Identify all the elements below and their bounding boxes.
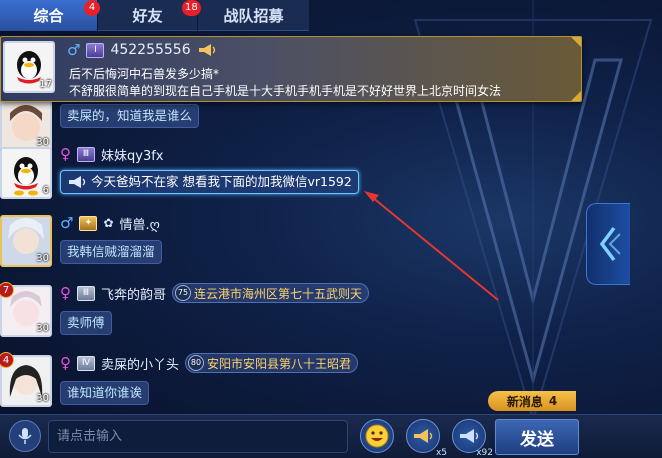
- new-messages-badge[interactable]: 新消息 4: [488, 391, 576, 411]
- tab-friends-label: 好友: [132, 7, 163, 25]
- male-icon: ♂: [67, 41, 81, 59]
- message-bubble[interactable]: 卖师傅: [60, 311, 112, 335]
- smiley-icon: [365, 424, 389, 448]
- pinned-line-2: 不舒服很简单的到现在自己手机是十大手机手机手机是不好好世界上北京时间女法: [69, 84, 502, 98]
- location-text: 安阳市安阳县第八十王昭君: [207, 356, 352, 371]
- avatar-level: 30: [36, 393, 49, 404]
- pinned-line-1: 后不后悔河中石兽发多少搞*: [69, 67, 220, 81]
- message-text: 我韩信贼溜溜溜: [67, 244, 155, 259]
- location-tag: 80 安阳市安阳县第八十王昭君: [185, 353, 359, 373]
- avatar[interactable]: 17: [3, 41, 55, 93]
- female-icon: ♀: [60, 145, 71, 163]
- message-bubble[interactable]: 今天爸妈不在家 想看我下面的加我微信vr1592: [60, 170, 359, 194]
- avatar[interactable]: 6: [0, 147, 52, 199]
- pinned-broadcast[interactable]: 17 ♂ Ⅰ 452255556 后不后悔河中石兽发多少搞* 不舒服很简单的到现…: [0, 36, 582, 102]
- avatar-level: 30: [36, 323, 49, 334]
- collapse-panel-button[interactable]: [586, 203, 630, 285]
- message-bubble[interactable]: 卖屎的，知道我是谁么: [60, 104, 200, 128]
- vip-badge-icon: Ⅲ: [77, 285, 95, 301]
- tab-team-recruit-label: 战队招募: [223, 7, 284, 25]
- new-messages-count: 4: [548, 394, 558, 408]
- female-icon: ♀: [60, 354, 71, 372]
- username[interactable]: 情兽.ღ: [120, 214, 160, 233]
- username[interactable]: 妹妹qy3fx: [101, 145, 164, 164]
- avatar-level: 6: [42, 185, 49, 196]
- horn-icon: [460, 429, 479, 443]
- male-icon: ♂: [60, 214, 74, 232]
- avatar[interactable]: 30: [0, 99, 52, 151]
- message-header: ♂ ✦ ✿ 情兽.ღ: [60, 212, 160, 234]
- double-chevron-left-icon: [599, 226, 621, 262]
- vip-badge-icon: Ⅲ: [77, 146, 95, 162]
- vip-badge-icon: Ⅳ: [77, 355, 95, 371]
- tab-general[interactable]: 综合 4: [0, 0, 100, 31]
- pinned-username[interactable]: 452255556: [110, 42, 190, 58]
- avatar-level: 30: [36, 253, 49, 264]
- location-text: 连云港市海州区第七十五武则天: [194, 286, 363, 301]
- corner-decoration: [571, 91, 581, 101]
- flower-icon: ✿: [103, 216, 114, 230]
- message-bubble[interactable]: 我韩信贼溜溜溜: [60, 240, 162, 264]
- avatar[interactable]: 30: [0, 215, 52, 267]
- pinned-header: ♂ Ⅰ 452255556: [67, 39, 217, 61]
- tab-general-label: 综合: [33, 7, 64, 25]
- message-text: 今天爸妈不在家 想看我下面的加我微信vr1592: [91, 174, 352, 189]
- message-text: 卖屎的，知道我是谁么: [67, 108, 193, 123]
- username[interactable]: 飞奔的韵哥: [101, 284, 166, 303]
- location-level-icon: 75: [175, 285, 192, 301]
- vip-badge-icon: Ⅰ: [86, 42, 105, 58]
- small-horn-count: x5: [435, 448, 447, 458]
- chat-screen: 综合 4 好友 18 战队招募 30 卖屎的，知道我是谁么 6 ♀ Ⅲ 妹妹qy…: [0, 0, 662, 458]
- horn-icon: [414, 429, 433, 443]
- location-level-icon: 80: [188, 355, 205, 371]
- message-header: ♀ Ⅲ 妹妹qy3fx: [60, 143, 164, 165]
- small-horn-button[interactable]: x5: [406, 419, 447, 458]
- corner-decoration: [571, 37, 581, 47]
- voice-input-button[interactable]: [9, 420, 41, 452]
- big-horn-button[interactable]: x92: [452, 419, 493, 458]
- female-icon: ♀: [60, 284, 71, 302]
- location-tag: 75 连云港市海州区第七十五武则天: [172, 283, 370, 303]
- horn-icon: [69, 176, 86, 188]
- message-header: ♀ Ⅲ 飞奔的韵哥 75 连云港市海州区第七十五武则天: [60, 282, 370, 304]
- microphone-icon: [18, 428, 32, 444]
- message-header: ♀ Ⅳ 卖屎的小丫头 80 安阳市安阳县第八十王昭君: [60, 352, 359, 374]
- new-messages-label: 新消息: [506, 394, 543, 409]
- chat-input[interactable]: [48, 420, 348, 453]
- golden-horn-icon: [198, 44, 215, 56]
- tab-friends[interactable]: 好友 18: [98, 0, 201, 31]
- input-bar: x5 x92 发送: [0, 414, 662, 458]
- tab-team-recruit[interactable]: 战队招募: [198, 0, 310, 31]
- channel-tabs: 综合 4 好友 18 战队招募: [0, 0, 310, 31]
- avatar-level: 17: [39, 79, 52, 90]
- send-button[interactable]: 发送: [495, 419, 579, 455]
- big-horn-count: x92: [476, 448, 493, 458]
- message-text: 谁知道你谁诶: [67, 385, 143, 400]
- vip-badge-icon: ✦: [79, 215, 98, 231]
- username[interactable]: 卖屎的小丫头: [101, 354, 179, 373]
- emoji-button[interactable]: [360, 419, 394, 453]
- message-text: 卖师傅: [67, 315, 105, 330]
- message-bubble[interactable]: 谁知道你谁诶: [60, 381, 150, 405]
